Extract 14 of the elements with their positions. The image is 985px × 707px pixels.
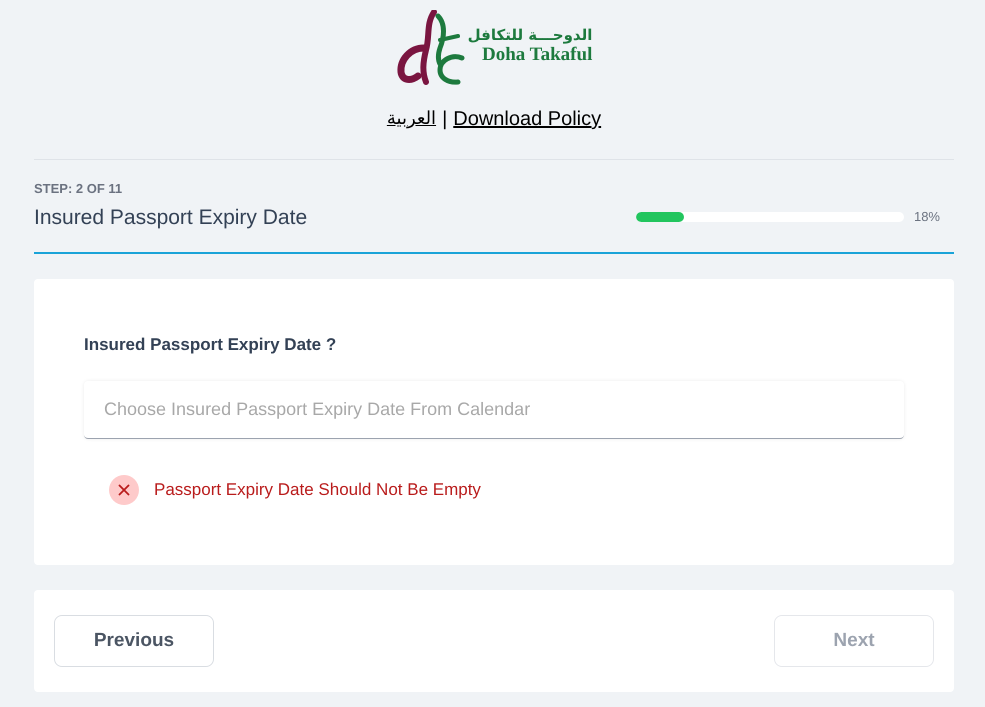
- error-x-icon: [109, 475, 139, 505]
- step-title: Insured Passport Expiry Date: [34, 205, 308, 231]
- link-separator: |: [442, 107, 448, 132]
- step-counter: STEP: 2 OF 11: [34, 181, 124, 197]
- logo-text: Doha Takaful: [482, 44, 592, 64]
- date-input-field[interactable]: Choose Insured Passport Expiry Date From Calendar: [84, 381, 904, 439]
- question-label: Insured Passport Expiry Date ?: [84, 334, 338, 356]
- download-policy-link[interactable]: Download Policy: [453, 105, 602, 133]
- logo-arabic-text: الدوحـــة للتكافل: [468, 24, 592, 44]
- error-message: Passport Expiry Date Should Not Be Empty: [154, 479, 481, 501]
- progress-percent: 18%: [914, 209, 940, 225]
- previous-button[interactable]: Previous: [54, 615, 214, 667]
- logo-icon: [396, 10, 466, 85]
- language-link[interactable]: العربية: [386, 105, 436, 133]
